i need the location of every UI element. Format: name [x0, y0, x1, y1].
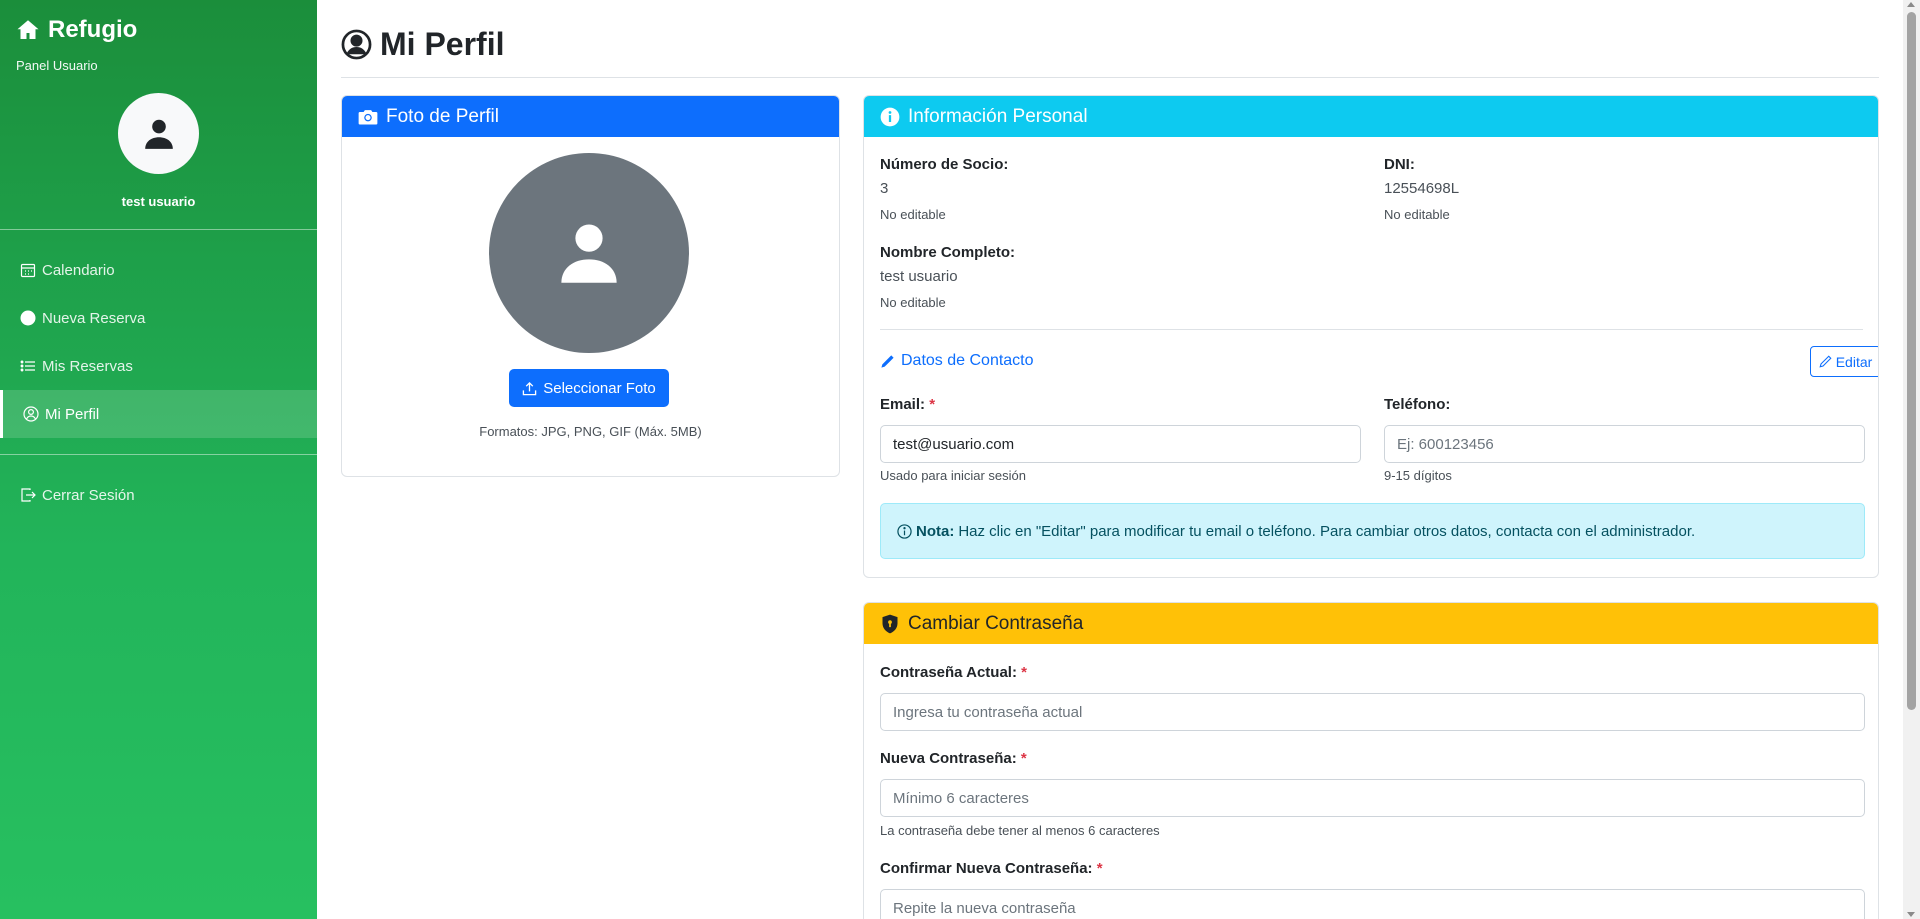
sidebar-item-label: Mi Perfil: [45, 405, 100, 423]
password-card-title: Cambiar Contraseña: [908, 612, 1084, 634]
dni-label: DNI:: [1384, 156, 1415, 173]
required-mark: *: [1096, 860, 1103, 877]
name-value: test usuario: [880, 268, 958, 285]
edit-contact-button[interactable]: Editar: [1810, 346, 1878, 377]
edit-button-label: Editar: [1835, 353, 1873, 370]
camera-icon: [358, 109, 378, 124]
select-photo-button[interactable]: Seleccionar Foto: [509, 369, 669, 407]
email-input[interactable]: [880, 425, 1361, 463]
plus-circle-icon: [20, 310, 36, 326]
new-password-label: Nueva Contraseña: *: [880, 750, 1027, 767]
person-icon: [561, 224, 617, 283]
name-note: No editable: [880, 295, 946, 310]
name-label: Nombre Completo:: [880, 244, 1015, 261]
info-divider: [880, 329, 1863, 330]
change-password-card: Cambiar Contraseña Contraseña Actual: * …: [863, 602, 1879, 919]
socio-label: Número de Socio:: [880, 156, 1009, 173]
person-circle-icon: [341, 29, 372, 60]
person-circle-icon: [23, 406, 39, 422]
current-password-label-text: Contraseña Actual:: [880, 664, 1017, 681]
scroll-thumb[interactable]: [1907, 12, 1916, 710]
logout-label: Cerrar Sesión: [42, 486, 135, 504]
upload-icon: [522, 381, 537, 395]
phone-input[interactable]: [1384, 425, 1865, 463]
socio-value: 3: [880, 180, 889, 197]
calendar-icon: [20, 263, 36, 278]
house-icon: [17, 20, 39, 39]
sidebar-username: test usuario: [121, 194, 196, 209]
page-title: Mi Perfil: [341, 26, 504, 63]
note-bold: Nota:: [916, 522, 955, 540]
email-label: Email: *: [880, 396, 935, 413]
brand-name: Refugio: [48, 16, 138, 43]
phone-help: 9-15 dígitos: [1384, 468, 1452, 483]
sidebar-item-nueva-reserva[interactable]: Nueva Reserva: [0, 294, 317, 342]
email-label-text: Email:: [880, 396, 926, 413]
sidebar-item-label: Calendario: [42, 261, 115, 279]
list-icon: [20, 360, 35, 372]
title-divider: [341, 77, 1879, 78]
brand[interactable]: Refugio: [16, 16, 137, 44]
confirm-password-input[interactable]: [880, 889, 1865, 919]
required-mark: *: [1020, 750, 1027, 767]
required-mark: *: [929, 396, 936, 413]
dni-value: 12554698L: [1384, 180, 1460, 197]
new-password-input[interactable]: [880, 779, 1865, 817]
panel-subtitle: Panel Usuario: [16, 58, 98, 73]
info-note-alert: Nota: Haz clic en "Editar" para modifica…: [880, 503, 1865, 559]
sidebar: Refugio Panel Usuario test usuario Calen…: [0, 0, 317, 919]
photo-formats-hint: Formatos: JPG, PNG, GIF (Máx. 5MB): [479, 424, 702, 439]
current-password-input[interactable]: [880, 693, 1865, 731]
info-circle-icon: [897, 523, 912, 539]
note-text: Haz clic en "Editar" para modificar tu e…: [958, 522, 1696, 540]
phone-label: Teléfono:: [1384, 396, 1451, 413]
logout-icon: [21, 488, 36, 502]
sidebar-item-calendario[interactable]: Calendario: [0, 246, 317, 294]
confirm-password-label: Confirmar Nueva Contraseña: *: [880, 860, 1103, 877]
shield-lock-icon: [882, 614, 898, 633]
sidebar-avatar: [118, 93, 199, 174]
current-password-label: Contraseña Actual: *: [880, 664, 1027, 681]
email-help: Usado para iniciar sesión: [880, 468, 1026, 483]
sidebar-item-mi-perfil[interactable]: Mi Perfil: [0, 390, 317, 438]
new-password-label-text: Nueva Contraseña:: [880, 750, 1017, 767]
photo-card-title: Foto de Perfil: [386, 105, 499, 127]
new-password-help: La contraseña debe tener al menos 6 cara…: [880, 823, 1160, 838]
sidebar-divider: [0, 229, 317, 230]
person-icon: [144, 119, 173, 149]
select-photo-label: Seleccionar Foto: [543, 379, 656, 397]
logout-link[interactable]: Cerrar Sesión: [0, 471, 317, 519]
page-scrollbar[interactable]: [1903, 0, 1920, 919]
socio-note: No editable: [880, 207, 946, 222]
info-circle-icon: [880, 107, 900, 126]
scroll-up-arrow[interactable]: [1907, 2, 1915, 7]
page-title-text: Mi Perfil: [380, 26, 505, 62]
required-mark: *: [1021, 664, 1027, 681]
dni-note: No editable: [1384, 207, 1450, 222]
password-card-header: Cambiar Contraseña: [864, 603, 1878, 644]
contact-title-text: Datos de Contacto: [901, 352, 1034, 369]
info-card-title: Información Personal: [908, 105, 1088, 127]
photo-card-header: Foto de Perfil: [342, 96, 839, 137]
sidebar-item-mis-reservas[interactable]: Mis Reservas: [0, 342, 317, 390]
contact-section-title: Datos de Contacto: [880, 352, 1034, 370]
scroll-down-arrow[interactable]: [1907, 912, 1915, 917]
confirm-password-label-text: Confirmar Nueva Contraseña:: [880, 860, 1093, 877]
pencil-icon: [881, 354, 894, 368]
pencil-icon: [1819, 355, 1832, 368]
info-card-header: Información Personal: [864, 96, 1878, 137]
sidebar-item-label: Mis Reservas: [42, 357, 133, 375]
main-content: Mi Perfil Foto de Perfil Seleccionar Fot…: [317, 0, 1903, 919]
personal-info-card: Información Personal Número de Socio: 3 …: [863, 95, 1879, 578]
sidebar-divider: [0, 454, 317, 455]
sidebar-item-label: Nueva Reserva: [42, 309, 146, 327]
profile-photo: [489, 153, 689, 353]
photo-card: Foto de Perfil Seleccionar Foto Formatos…: [341, 95, 840, 477]
